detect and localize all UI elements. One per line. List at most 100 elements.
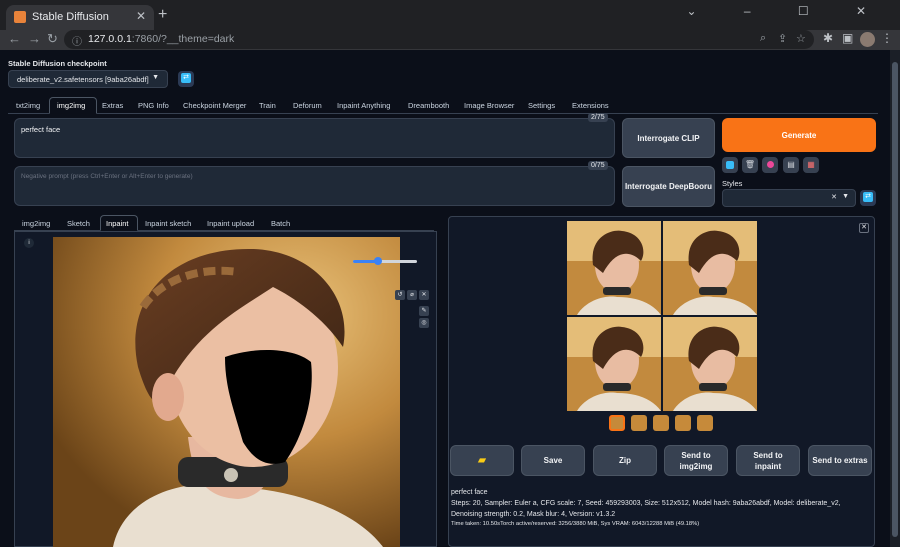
prompt-text: perfect face <box>21 125 61 134</box>
generate-button[interactable]: Generate <box>722 118 876 152</box>
refresh-icon: ⇄ <box>181 73 191 83</box>
address-bar[interactable]: ⓘ 127.0.0.1:7860/?__theme=dark ⌕ ⇪ ☆ <box>64 30 814 49</box>
send-to-inpaint-button[interactable]: Send to inpaint <box>736 445 800 476</box>
tab-checkpoint-merger[interactable]: Checkpoint Merger <box>183 101 246 110</box>
styles-refresh-button[interactable]: ⇄ <box>860 190 876 206</box>
brush-size-slider[interactable] <box>353 257 417 265</box>
generation-prompt: perfect face <box>451 489 488 496</box>
reload-icon[interactable]: ↻ <box>47 31 58 47</box>
output-panel: ✕ ▰ Save Zip Send to img2img Send to inp… <box>448 216 875 547</box>
gallery-image[interactable] <box>663 221 757 315</box>
clear-prompt-button[interactable]: 🗑 <box>742 157 758 173</box>
gallery-thumbnail[interactable] <box>631 415 647 431</box>
apply-style-button[interactable]: ▤ <box>783 157 799 173</box>
styles-label: Styles <box>722 179 743 188</box>
extra-networks-button[interactable] <box>762 157 778 173</box>
brush-icon[interactable]: ✎ <box>419 306 429 316</box>
clear-canvas-icon[interactable]: ⌀ <box>407 290 417 300</box>
bookmark-star-icon[interactable]: ☆ <box>796 32 806 45</box>
color-icon[interactable]: ◎ <box>419 318 429 328</box>
extensions-icon[interactable]: ✱ <box>823 31 833 45</box>
close-icon[interactable]: ✕ <box>419 290 429 300</box>
interrogate-deepbooru-button[interactable]: Interrogate DeepBooru <box>622 166 715 207</box>
gallery-image[interactable] <box>663 317 757 411</box>
gallery-thumbnail[interactable] <box>609 415 625 431</box>
share-icon[interactable]: ⇪ <box>778 32 787 45</box>
refresh-icon: ⇄ <box>863 192 873 202</box>
prompt-token-counter: 2/75 <box>588 113 608 122</box>
folder-icon: ▰ <box>478 455 486 466</box>
window-controls[interactable]: ⌄ – ☐ ✕ <box>686 4 888 18</box>
zoom-icon[interactable]: ⌕ <box>760 32 766 45</box>
checkpoint-label: Stable Diffusion checkpoint <box>8 59 107 68</box>
site-info-icon[interactable]: ⓘ <box>72 33 82 48</box>
scrollbar-thumb[interactable] <box>892 62 898 537</box>
checkpoint-select[interactable]: deliberate_v2.safetensors [9aba26abdf] ▼ <box>8 70 168 88</box>
gallery-thumbnail[interactable] <box>697 415 713 431</box>
read-params-button[interactable] <box>722 157 738 173</box>
send-to-img2img-button[interactable]: Send to img2img <box>664 445 728 476</box>
subtab-batch[interactable]: Batch <box>271 219 290 228</box>
info-icon[interactable]: i <box>24 238 34 248</box>
save-button[interactable]: Save <box>521 445 585 476</box>
browser-tab[interactable]: Stable Diffusion ✕ <box>6 5 154 30</box>
favicon-icon <box>14 11 26 23</box>
open-folder-button[interactable]: ▰ <box>450 445 514 476</box>
generation-params: Steps: 20, Sampler: Euler a, CFG scale: … <box>451 500 841 518</box>
browser-toolbar: ← → ↻ ⓘ 127.0.0.1:7860/?__theme=dark ⌕ ⇪… <box>0 30 900 50</box>
arrow-icon <box>726 161 734 169</box>
tab-close-icon[interactable]: ✕ <box>136 9 146 23</box>
tab-dreambooth[interactable]: Dreambooth <box>408 101 449 110</box>
prompt-input[interactable]: perfect face <box>14 118 615 158</box>
subtab-inpaint-sketch[interactable]: Inpaint sketch <box>145 219 191 228</box>
tab-deforum[interactable]: Deforum <box>293 101 322 110</box>
send-to-extras-button[interactable]: Send to extras <box>808 445 872 476</box>
avatar[interactable] <box>860 32 875 47</box>
forward-icon[interactable]: → <box>28 31 41 46</box>
tab-png-info[interactable]: PNG Info <box>138 101 169 110</box>
tab-extras[interactable]: Extras <box>102 101 123 110</box>
extra-networks-icon <box>766 161 774 168</box>
menu-icon[interactable]: ⋮ <box>881 31 893 45</box>
checkpoint-refresh-button[interactable]: ⇄ <box>178 71 194 87</box>
tab-img2img[interactable]: img2img <box>57 101 85 110</box>
gallery-image[interactable] <box>567 317 661 411</box>
undo-icon[interactable]: ↺ <box>395 290 405 300</box>
new-tab-icon[interactable]: + <box>158 6 167 24</box>
time-taken: Time taken: 10.50sTorch active/reserved:… <box>451 521 700 527</box>
tab-title: Stable Diffusion <box>32 11 109 23</box>
negative-prompt-token-counter: 0/75 <box>588 161 608 170</box>
tab-txt2img[interactable]: txt2img <box>16 101 40 110</box>
tab-extensions[interactable]: Extensions <box>572 101 609 110</box>
styles-select[interactable]: ✕ ▼ <box>722 189 856 207</box>
img2img-sub-tabs: img2img Sketch Inpaint Inpaint sketch In… <box>14 215 434 231</box>
tab-inpaint-anything[interactable]: Inpaint Anything <box>337 101 390 110</box>
close-icon[interactable]: ✕ <box>859 223 869 233</box>
gallery-thumbnail[interactable] <box>675 415 691 431</box>
tab-train[interactable]: Train <box>259 101 276 110</box>
clear-icon[interactable]: ✕ <box>831 193 837 201</box>
clipboard-icon: ▤ <box>787 160 795 169</box>
gallery-image[interactable] <box>567 221 661 315</box>
brush-slider-knob[interactable] <box>374 257 382 265</box>
negative-prompt-placeholder: Negative prompt (press Ctrl+Enter or Alt… <box>21 173 193 180</box>
save-style-button[interactable]: ▦ <box>803 157 819 173</box>
side-panel-icon[interactable]: ▣ <box>842 31 853 45</box>
negative-prompt-input[interactable]: Negative prompt (press Ctrl+Enter or Alt… <box>14 166 615 206</box>
page: Stable Diffusion checkpoint deliberate_v… <box>0 50 890 547</box>
subtab-img2img[interactable]: img2img <box>22 219 50 228</box>
output-gallery <box>567 221 757 411</box>
tab-image-browser[interactable]: Image Browser <box>464 101 514 110</box>
subtab-sketch[interactable]: Sketch <box>67 219 90 228</box>
tab-settings[interactable]: Settings <box>528 101 555 110</box>
gallery-thumbnail[interactable] <box>653 415 669 431</box>
subtab-inpaint[interactable]: Inpaint <box>106 219 129 228</box>
chevron-down-icon: ▼ <box>842 193 849 200</box>
interrogate-clip-button[interactable]: Interrogate CLIP <box>622 118 715 158</box>
checkpoint-value: deliberate_v2.safetensors [9aba26abdf] <box>17 75 149 84</box>
subtab-inpaint-upload[interactable]: Inpaint upload <box>207 219 254 228</box>
generation-info: perfect face Steps: 20, Sampler: Euler a… <box>451 487 871 520</box>
back-icon[interactable]: ← <box>8 31 21 46</box>
zip-button[interactable]: Zip <box>593 445 657 476</box>
inpaint-canvas[interactable] <box>53 237 400 547</box>
